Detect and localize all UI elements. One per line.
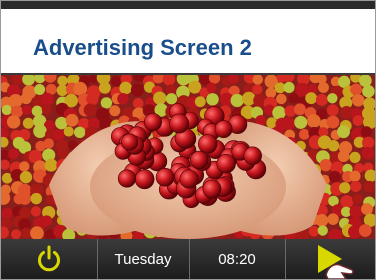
time-label: 08:20 [218,250,256,268]
power-icon [38,245,60,272]
screen-title: Advertising Screen 2 [33,35,252,60]
day-label: Tuesday [114,250,172,268]
status-bar: Tuesday 08:20 [1,239,375,279]
screen-frame: Advertising Screen 2 Tuesday 08:20 [0,0,376,280]
next-screen-button[interactable] [285,239,375,279]
top-strip [1,1,375,9]
advert-photo [1,75,375,239]
power-button[interactable] [1,239,97,279]
next-arrow-icon [318,245,354,279]
pointer-hand-icon [325,263,354,279]
